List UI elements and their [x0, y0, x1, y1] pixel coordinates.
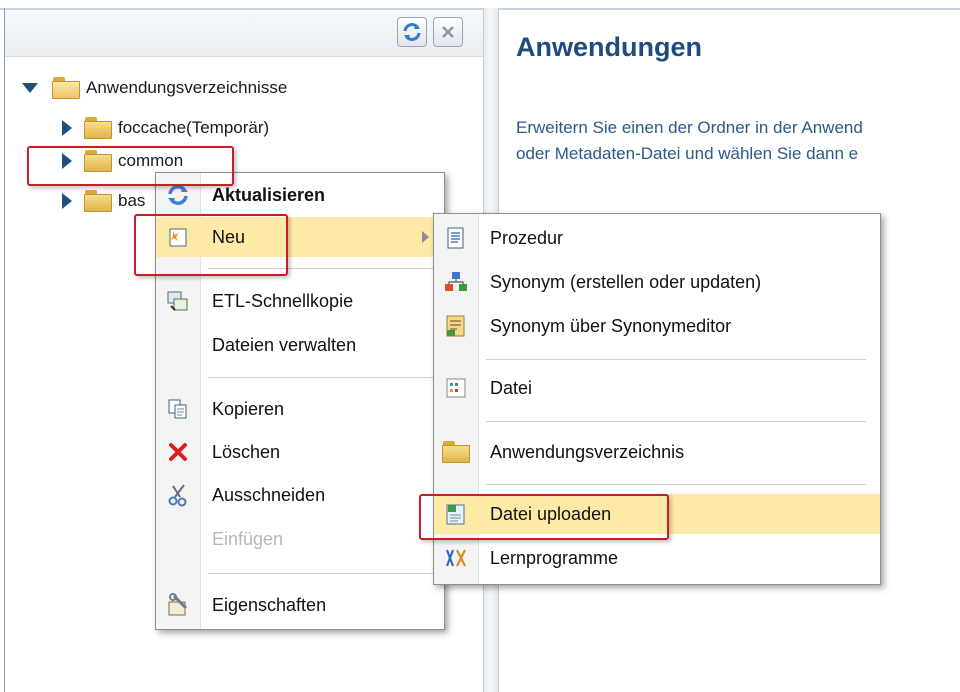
menu-item-label: Ausschneiden — [212, 484, 326, 505]
page-title: Anwendungen — [516, 32, 702, 62]
collapse-arrow-icon[interactable] — [62, 120, 72, 136]
close-button[interactable] — [433, 17, 463, 47]
annotation-box-neu — [134, 214, 288, 276]
folder-icon — [84, 190, 112, 212]
close-icon — [442, 26, 454, 38]
refresh-button[interactable] — [397, 17, 427, 47]
tree-item-label: foccache(Temporär) — [118, 118, 270, 137]
menu-separator — [208, 573, 434, 574]
submenu-item-prozedur[interactable]: Prozedur — [434, 218, 880, 258]
menu-item-loeschen[interactable]: Löschen — [156, 432, 444, 472]
menu-item-label: Löschen — [212, 441, 281, 462]
tree-root[interactable]: Anwendungsverzeichnisse — [22, 72, 287, 104]
tutorial-icon — [445, 549, 466, 567]
menu-item-label: Dateien verwalten — [212, 334, 357, 355]
menu-item-label: Synonym (erstellen oder updaten) — [490, 271, 762, 292]
menu-item-dateien-verwalten[interactable]: Dateien verwalten — [156, 325, 444, 365]
tree-item-bas[interactable]: bas — [62, 185, 145, 217]
menu-item-label: Aktualisieren — [212, 184, 326, 205]
refresh-icon — [403, 23, 421, 41]
menu-separator — [208, 377, 434, 378]
expand-arrow-icon[interactable] — [22, 83, 38, 93]
folder-icon — [84, 117, 112, 139]
submenu-item-datei[interactable]: Datei — [434, 368, 880, 408]
content-text-line: Erweitern Sie einen der Ordner in der An… — [516, 118, 863, 137]
tree-root-label: Anwendungsverzeichnisse — [86, 78, 288, 97]
submenu-item-lernprogramme[interactable]: Lernprogramme — [434, 538, 880, 578]
refresh-icon — [168, 185, 188, 205]
copy-icon — [168, 399, 187, 419]
menu-item-label: Einfügen — [212, 528, 284, 549]
menu-item-label: Lernprogramme — [490, 547, 619, 568]
menu-item-label: Datei — [490, 377, 533, 398]
menu-item-label: Anwendungsverzeichnis — [490, 441, 685, 462]
menu-separator — [486, 359, 866, 360]
menu-item-label: Synonym über Synonymeditor — [490, 315, 732, 336]
submenu-arrow-icon — [422, 231, 429, 243]
synonym-icon — [445, 272, 467, 291]
menu-item-ausschneiden[interactable]: Ausschneiden — [156, 475, 444, 515]
tree-item-label: bas — [118, 191, 146, 210]
menu-separator — [486, 484, 866, 485]
menu-item-eigenschaften[interactable]: Eigenschaften — [156, 585, 444, 625]
menu-item-einfuegen[interactable]: Einfügen — [156, 519, 444, 559]
delete-icon — [169, 443, 187, 461]
tree-item-foccache[interactable]: foccache(Temporär) — [62, 112, 269, 144]
left-border — [4, 8, 5, 692]
annotation-box-datei-uploaden — [419, 494, 669, 540]
submenu-item-anwendungsverzeichnis[interactable]: Anwendungsverzeichnis — [434, 432, 880, 472]
menu-separator — [486, 421, 866, 422]
submenu-item-synonym[interactable]: Synonym (erstellen oder updaten) — [434, 262, 880, 302]
etl-copy-icon — [167, 291, 188, 311]
menu-item-label: ETL-Schnellkopie — [212, 290, 354, 311]
folder-open-icon — [52, 77, 80, 99]
menu-item-kopieren[interactable]: Kopieren — [156, 389, 444, 429]
document-icon — [447, 227, 464, 249]
annotation-box-common — [27, 146, 234, 186]
menu-item-etl-schnellkopie[interactable]: ETL-Schnellkopie — [156, 281, 444, 321]
scissors-icon — [168, 484, 187, 507]
folder-icon — [442, 441, 470, 463]
menu-item-label: Kopieren — [212, 398, 285, 419]
collapse-arrow-icon[interactable] — [62, 193, 72, 209]
submenu-item-synonym-editor[interactable]: Synonym über Synonymeditor — [434, 306, 880, 346]
synonym-editor-icon — [446, 315, 465, 337]
properties-icon — [168, 593, 188, 616]
file-icon — [446, 378, 466, 398]
menu-item-label: Eigenschaften — [212, 594, 327, 615]
content-text-line: oder Metadaten-Datei und wählen Sie dann… — [516, 144, 859, 163]
menu-item-label: Prozedur — [490, 227, 564, 248]
